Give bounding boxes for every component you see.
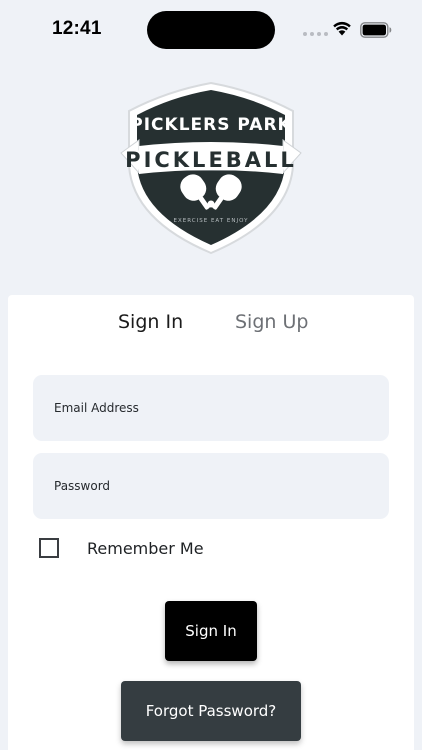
remember-me-row[interactable]: Remember Me xyxy=(39,537,204,559)
logo-top-text: PICKLERS PARK xyxy=(130,115,291,135)
login-screen: 12:41 PICKLERS PARK PICKLEBALL EXERCISE … xyxy=(0,0,422,750)
forgot-password-button[interactable]: Forgot Password? xyxy=(121,681,301,741)
password-input[interactable] xyxy=(54,479,389,493)
password-field[interactable] xyxy=(33,453,389,519)
remember-me-label: Remember Me xyxy=(87,538,204,558)
wifi-icon xyxy=(333,21,351,36)
auth-tabs: Sign In Sign Up xyxy=(8,311,414,341)
sign-in-button[interactable]: Sign In xyxy=(165,601,257,661)
logo-tagline: EXERCISE EAT ENJOY xyxy=(174,218,249,224)
email-input[interactable] xyxy=(54,401,389,415)
status-time: 12:41 xyxy=(52,18,102,39)
email-field[interactable] xyxy=(33,375,389,441)
signal-dots-icon xyxy=(303,32,328,36)
status-bar: 12:41 xyxy=(0,0,422,60)
remember-me-checkbox[interactable] xyxy=(39,538,59,558)
auth-card: Sign In Sign Up Remember Me Sign In Forg… xyxy=(8,295,414,750)
battery-icon xyxy=(360,22,392,38)
picklers-park-logo: PICKLERS PARK PICKLEBALL EXERCISE EAT EN… xyxy=(120,81,302,255)
dynamic-island xyxy=(147,11,275,49)
tab-sign-up[interactable]: Sign Up xyxy=(235,311,308,333)
tab-sign-in[interactable]: Sign In xyxy=(118,311,183,333)
logo-banner-text: PICKLEBALL xyxy=(125,148,297,172)
